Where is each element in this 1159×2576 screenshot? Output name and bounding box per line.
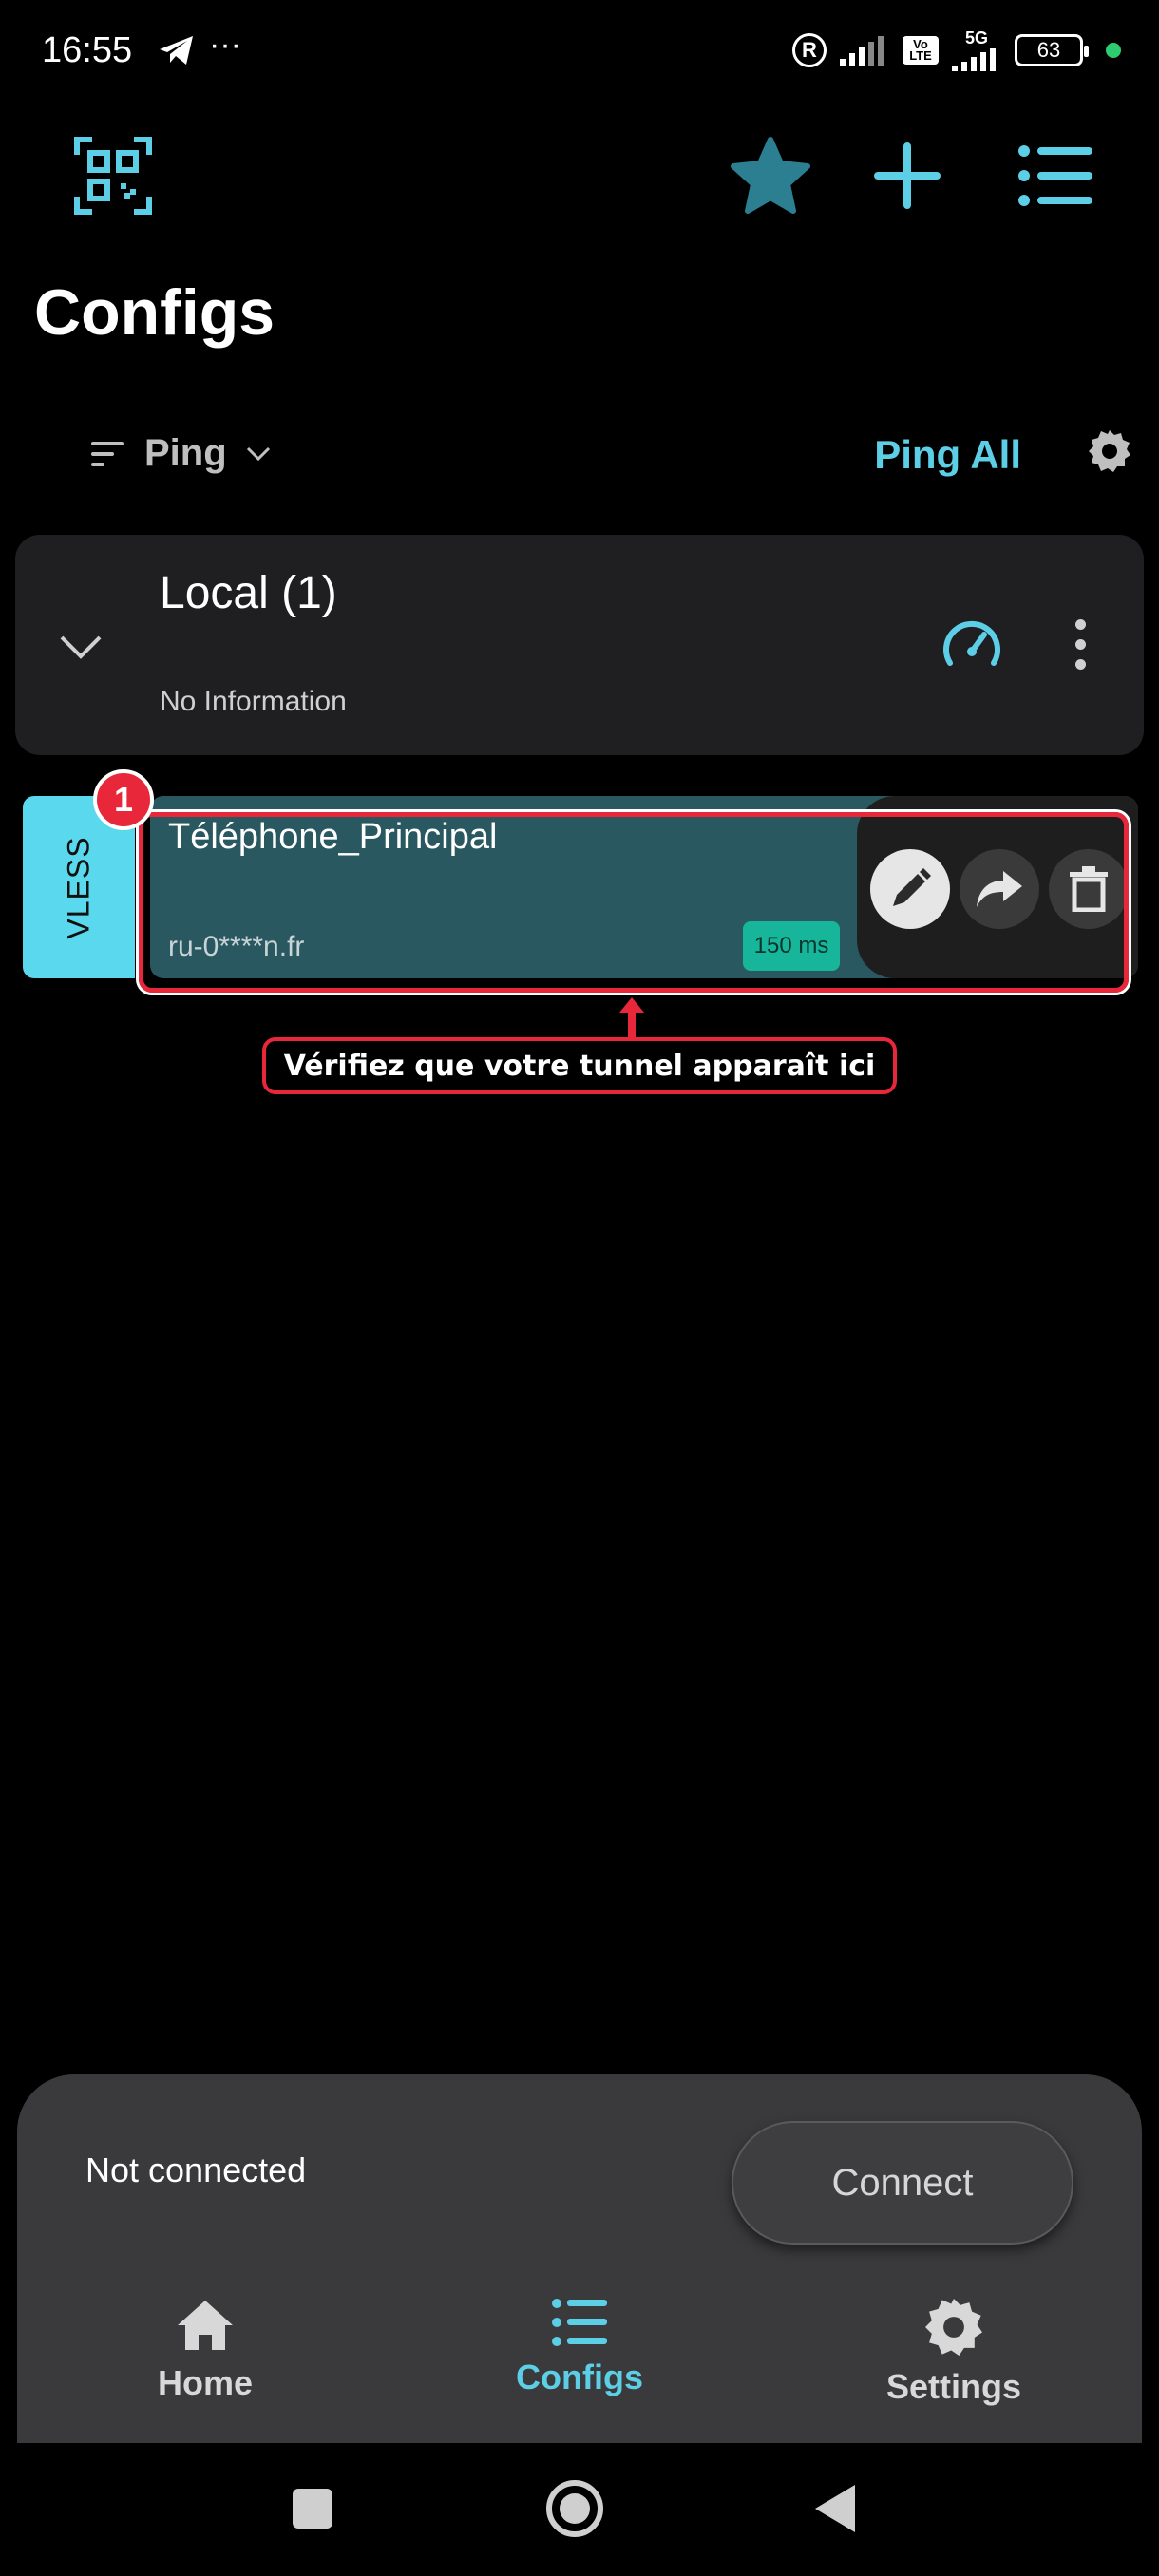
gear-icon [925, 2299, 982, 2356]
signal-icon [840, 35, 884, 66]
back-triangle-icon [815, 2485, 855, 2532]
qr-scan-button[interactable] [70, 133, 156, 218]
signal-5g: 5G [952, 28, 1001, 71]
speedtest-button[interactable] [942, 617, 1001, 673]
privacy-dot [1106, 42, 1121, 58]
ping-all-button[interactable]: Ping All [874, 432, 1021, 478]
list-icon [1018, 145, 1092, 206]
step-number-badge: 1 [93, 769, 154, 830]
nav-configs[interactable]: Configs [456, 2299, 703, 2397]
favorites-button[interactable] [728, 133, 813, 218]
group-more-button[interactable] [1075, 619, 1086, 670]
gear-icon [1089, 430, 1130, 472]
network-type: 5G [964, 28, 988, 47]
qr-scan-icon [74, 137, 152, 215]
battery-indicator: 63 [1015, 33, 1089, 66]
nav-home[interactable]: Home [82, 2299, 329, 2403]
annotation-label: Vérifiez que votre tunnel apparaît ici [262, 1037, 897, 1094]
status-time: 16:55 [42, 30, 133, 70]
recents-button[interactable] [291, 2487, 334, 2535]
connection-status: Not connected [86, 2150, 307, 2189]
status-icons: R Vo LTE 5G 63 [792, 28, 1121, 71]
more-vertical-icon [1075, 619, 1086, 670]
sort-icon [91, 441, 124, 466]
chevron-down-icon [246, 446, 270, 461]
volte-icon: Vo LTE [902, 35, 939, 65]
collapse-group-button[interactable] [59, 635, 103, 666]
nav-home-label: Home [157, 2363, 254, 2402]
chevron-down-icon [60, 635, 102, 659]
sort-dropdown[interactable]: Ping [91, 432, 271, 475]
speedometer-icon [943, 620, 1000, 666]
list-icon [552, 2299, 607, 2346]
registered-icon: R [792, 32, 826, 67]
home-system-button[interactable] [545, 2479, 604, 2543]
home-icon [178, 2301, 233, 2350]
add-config-button[interactable] [864, 133, 950, 218]
group-settings-button[interactable] [1089, 430, 1130, 477]
star-icon [731, 137, 810, 214]
connect-button[interactable]: Connect [732, 2121, 1074, 2245]
back-button[interactable] [813, 2483, 857, 2539]
arrow-up-icon [619, 997, 644, 1039]
square-icon [293, 2489, 332, 2529]
circle-home-icon [546, 2480, 603, 2537]
protocol-label: VLESS [61, 835, 96, 939]
nav-configs-label: Configs [516, 2358, 643, 2396]
nav-settings[interactable]: Settings [830, 2299, 1077, 2407]
nav-settings-label: Settings [885, 2367, 1021, 2406]
group-title: Local (1) [160, 568, 337, 618]
add-icon [874, 142, 940, 209]
page-title: Configs [34, 276, 276, 349]
sort-label: Ping [144, 432, 227, 474]
group-info: No Information [160, 686, 347, 717]
highlight-box [139, 812, 1129, 993]
menu-list-button[interactable] [1013, 133, 1098, 218]
signal-5g-icon [952, 48, 996, 71]
more-notifications: ··· [209, 27, 241, 63]
telegram-icon [158, 34, 196, 71]
